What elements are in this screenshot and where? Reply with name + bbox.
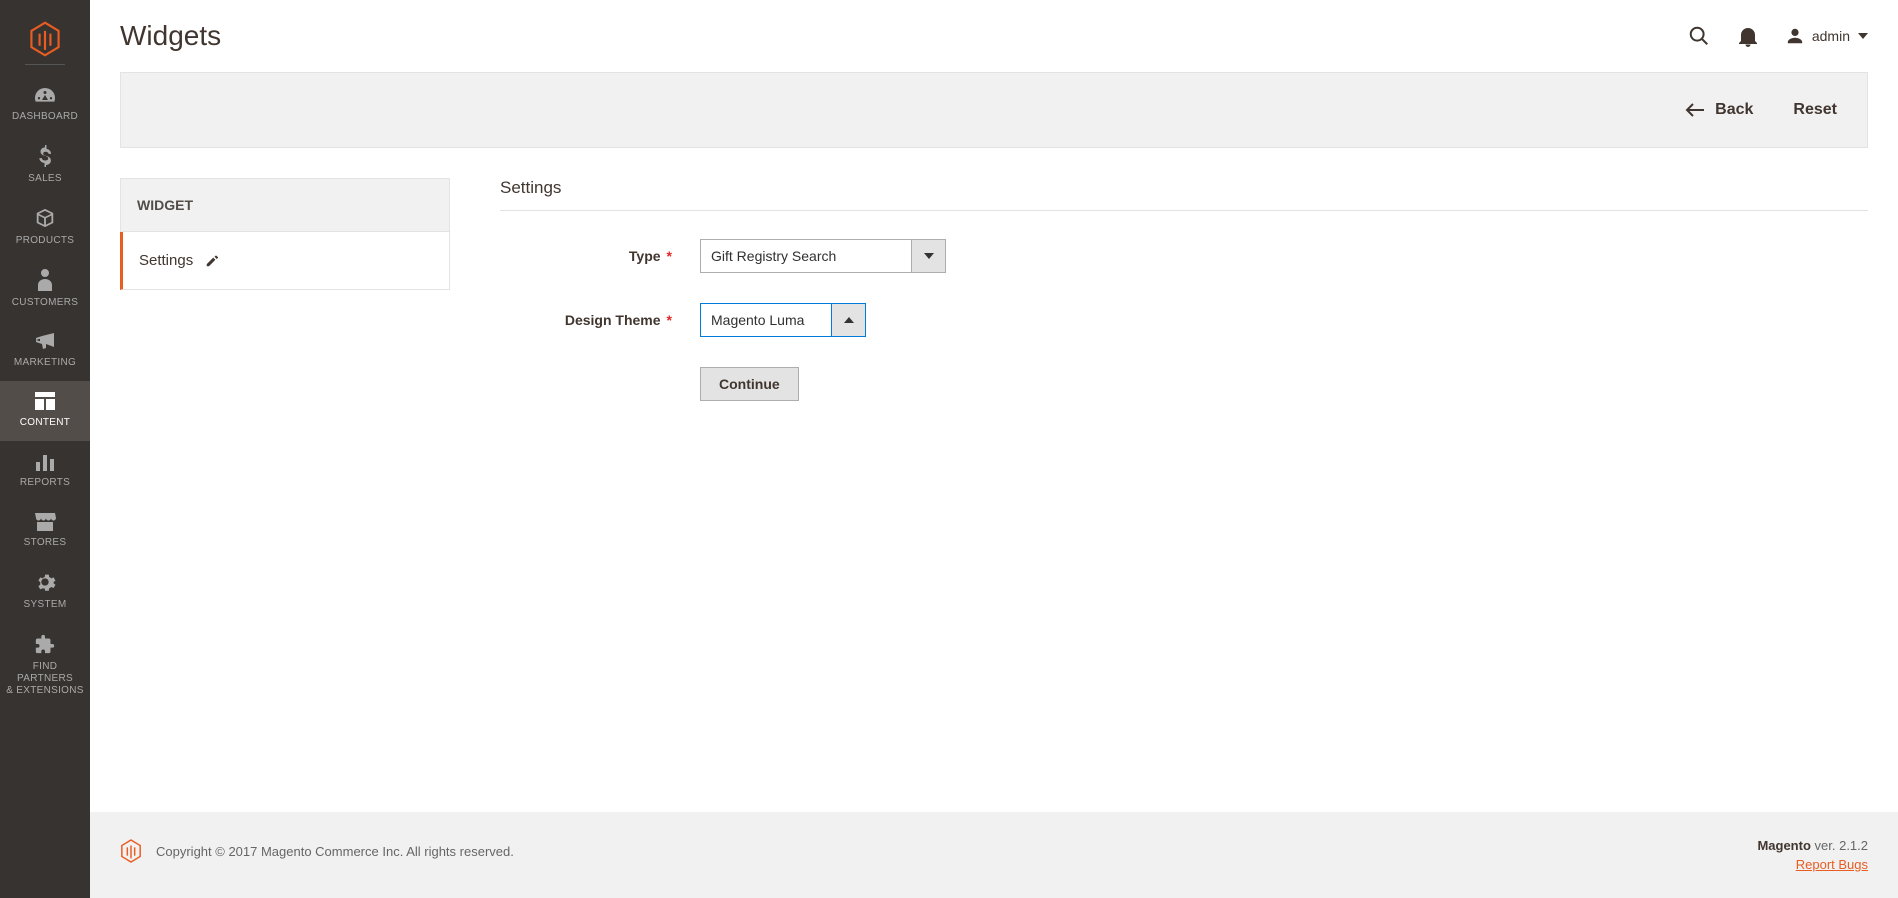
sidebar-item-content[interactable]: CONTENT (0, 381, 90, 441)
gauge-icon (33, 85, 57, 105)
storefront-icon (33, 511, 57, 531)
type-label: Type* (500, 248, 700, 264)
sidebar-divider (25, 64, 65, 65)
pencil-icon (205, 254, 219, 268)
admin-sidebar: DASHBOARD SALES PRODUCTS CUSTOMERS MARKE (0, 0, 90, 898)
box-icon (34, 207, 56, 229)
required-mark: * (667, 312, 672, 328)
reset-label: Reset (1793, 101, 1837, 119)
magento-logo-small-icon (120, 838, 142, 864)
chevron-down-icon[interactable] (911, 240, 945, 272)
megaphone-icon (33, 331, 57, 351)
chevron-up-icon[interactable] (831, 304, 865, 336)
layout-icon (34, 391, 56, 411)
sidebar-label: FIND PARTNERS & EXTENSIONS (4, 661, 86, 697)
design-theme-value: Magento Luma (701, 304, 831, 336)
tabs-header: WIDGET (120, 178, 450, 232)
sidebar-label: CONTENT (20, 417, 70, 429)
sidebar-item-system[interactable]: SYSTEM (0, 561, 90, 623)
page-header: Widgets admin (90, 0, 1898, 72)
widget-tabs: WIDGET Settings (120, 178, 450, 290)
page-footer: Copyright © 2017 Magento Commerce Inc. A… (90, 812, 1898, 898)
back-label: Back (1715, 101, 1753, 119)
action-toolbar: Back Reset (120, 72, 1868, 148)
design-theme-label: Design Theme* (500, 312, 700, 328)
continue-button[interactable]: Continue (700, 367, 799, 401)
settings-form: Settings Type* Gift Registry Search Des (500, 178, 1868, 401)
sidebar-item-products[interactable]: PRODUCTS (0, 197, 90, 259)
tab-label: Settings (139, 252, 193, 269)
sidebar-label: SYSTEM (24, 599, 67, 611)
reset-button[interactable]: Reset (1793, 101, 1837, 119)
tab-settings[interactable]: Settings (120, 232, 450, 290)
design-theme-select[interactable]: Magento Luma (700, 303, 866, 337)
dollar-icon (38, 145, 52, 167)
sidebar-item-sales[interactable]: SALES (0, 135, 90, 197)
sidebar-label: MARKETING (14, 357, 76, 369)
account-label: admin (1812, 28, 1850, 44)
sidebar-label: DASHBOARD (12, 111, 78, 123)
person-icon (37, 269, 53, 291)
sidebar-item-customers[interactable]: CUSTOMERS (0, 259, 90, 321)
gear-icon (34, 571, 56, 593)
arrow-left-icon (1685, 103, 1705, 117)
required-mark: * (667, 248, 672, 264)
user-icon (1786, 27, 1804, 45)
search-icon[interactable] (1688, 25, 1710, 47)
report-bugs-link[interactable]: Report Bugs (1796, 857, 1868, 872)
sidebar-label: CUSTOMERS (12, 297, 78, 309)
section-title: Settings (500, 178, 1868, 211)
magento-logo-icon[interactable] (28, 20, 62, 58)
sidebar-item-dashboard[interactable]: DASHBOARD (0, 75, 90, 135)
sidebar-label: REPORTS (20, 477, 70, 489)
caret-down-icon (1858, 33, 1868, 39)
bell-icon[interactable] (1738, 25, 1758, 47)
sidebar-item-marketing[interactable]: MARKETING (0, 321, 90, 381)
page-title: Widgets (120, 20, 221, 52)
puzzle-icon (34, 633, 56, 655)
sidebar-label: SALES (28, 173, 62, 185)
type-value: Gift Registry Search (701, 240, 911, 272)
sidebar-label: STORES (24, 537, 67, 549)
account-dropdown[interactable]: admin (1786, 27, 1868, 45)
type-select[interactable]: Gift Registry Search (700, 239, 946, 273)
sidebar-label: PRODUCTS (16, 235, 75, 247)
sidebar-item-reports[interactable]: REPORTS (0, 441, 90, 501)
back-button[interactable]: Back (1685, 101, 1753, 119)
copyright-text: Copyright © 2017 Magento Commerce Inc. A… (156, 844, 514, 859)
sidebar-item-stores[interactable]: STORES (0, 501, 90, 561)
sidebar-item-partners[interactable]: FIND PARTNERS & EXTENSIONS (0, 623, 90, 709)
version-text: Magento ver. 2.1.2 (1757, 838, 1868, 853)
bars-icon (34, 451, 56, 471)
